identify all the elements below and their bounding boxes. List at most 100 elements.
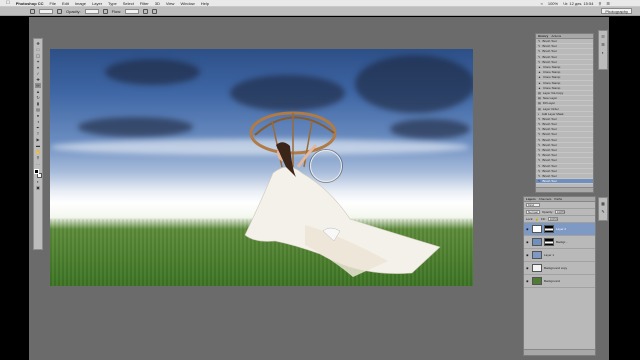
clone-stamp-tool-icon[interactable]: ▲	[35, 89, 41, 94]
menu-edit[interactable]: Edit	[62, 1, 69, 6]
history-panel-icon[interactable]: ☷	[601, 34, 605, 39]
layer-row[interactable]: ◉ Background copy	[524, 262, 595, 275]
history-state-label: Brush Tool	[542, 168, 557, 173]
app-menu[interactable]: Photoshop CC	[16, 1, 44, 6]
layer-row[interactable]: ◉ Background	[524, 275, 595, 288]
wifi-icon[interactable]: ≈	[541, 1, 543, 6]
path-select-tool-icon[interactable]: ▶	[35, 137, 41, 142]
opacity-field[interactable]	[84, 8, 99, 14]
layer-row[interactable]: ◉ Layer 2	[524, 223, 595, 236]
layer-thumbnail[interactable]	[532, 264, 542, 272]
layer-name[interactable]: Layer 1	[544, 253, 554, 257]
history-footer	[536, 187, 593, 192]
menu-layer[interactable]: Layer	[92, 1, 102, 6]
pressure-size-icon[interactable]	[152, 8, 158, 14]
stamp-icon: ▲	[538, 65, 541, 70]
lock-icon[interactable]: 🔒	[535, 217, 539, 221]
airbrush-icon[interactable]	[143, 8, 149, 14]
more-tools-icon[interactable]: …	[35, 161, 41, 166]
visibility-eye-icon[interactable]: ◉	[526, 266, 530, 270]
zoom-tool-icon[interactable]: ⚲	[35, 155, 41, 160]
brush-icon: ✎	[538, 127, 541, 132]
flow-field[interactable]	[125, 8, 140, 14]
workspace-switcher[interactable]: Photography	[601, 8, 632, 14]
menu-filter[interactable]: Filter	[140, 1, 149, 6]
layer-name[interactable]: Background copy	[544, 266, 567, 270]
crop-tool-icon[interactable]: ⌖	[35, 65, 41, 70]
swatches-panel-icon[interactable]: ▦	[601, 201, 605, 206]
quick-mask-icon[interactable]: ◐	[35, 179, 41, 184]
tab-channels[interactable]: Channels	[539, 197, 552, 201]
blur-tool-icon[interactable]: ●	[35, 113, 41, 118]
history-state-label: Brush Tool	[542, 122, 557, 127]
color-swatches[interactable]	[34, 169, 42, 178]
layer-opacity-field[interactable]: 100%	[555, 210, 566, 214]
dodge-tool-icon[interactable]: ◑	[35, 119, 41, 124]
tab-layers[interactable]: Layers	[526, 197, 536, 201]
layer-mask-thumbnail[interactable]	[544, 238, 554, 246]
layer-icon: ▤	[538, 90, 541, 95]
spotlight-icon[interactable]: ⚲	[598, 1, 601, 6]
brush-preset-icon[interactable]	[30, 8, 35, 14]
foreground-color-swatch[interactable]	[34, 169, 39, 174]
eyedropper-tool-icon[interactable]: ✓	[35, 71, 41, 76]
layer-name[interactable]: Layer 2	[556, 227, 566, 231]
visibility-eye-icon[interactable]: ◉	[526, 253, 530, 257]
screen-mode-icon[interactable]: ▣	[35, 185, 41, 190]
apple-icon[interactable]: 	[6, 0, 10, 6]
menu-select[interactable]: Select	[123, 1, 134, 6]
properties-panel-icon[interactable]: ☰	[601, 42, 605, 47]
layer-mask-thumbnail[interactable]	[544, 225, 554, 233]
menu-3d[interactable]: 3D	[155, 1, 160, 6]
shape-tool-icon[interactable]: ▬	[35, 143, 41, 148]
menu-view[interactable]: View	[166, 1, 175, 6]
bride-figure	[244, 111, 441, 277]
layer-thumbnail[interactable]	[532, 277, 542, 285]
history-state-label: Brush Tool	[542, 148, 557, 153]
brush-panel-icon[interactable]	[57, 8, 62, 14]
quick-select-tool-icon[interactable]: ✦	[35, 59, 41, 64]
visibility-eye-icon[interactable]: ◉	[526, 240, 530, 244]
brush-size-picker[interactable]	[39, 8, 53, 14]
visibility-eye-icon[interactable]: ◉	[526, 279, 530, 283]
tab-actions[interactable]: Actions	[551, 34, 561, 38]
hand-tool-icon[interactable]: ✋	[35, 149, 41, 154]
layer-thumbnail[interactable]	[532, 238, 542, 246]
brush-icon: ✎	[538, 59, 541, 64]
layer-name[interactable]: Backgr...	[556, 240, 568, 244]
layer-kind-filter[interactable]: Kind	[526, 203, 540, 207]
fill-field[interactable]: 100%	[547, 217, 558, 221]
brushes-panel-icon[interactable]: ✎	[601, 209, 604, 214]
adjustments-panel-icon[interactable]: ◐	[602, 50, 604, 55]
history-state[interactable]: ✎ Brush Tool	[536, 179, 593, 185]
tab-history[interactable]: History	[538, 34, 548, 38]
marquee-tool-icon[interactable]: □	[35, 47, 41, 52]
document-canvas[interactable]	[50, 49, 473, 286]
brush-tool-icon[interactable]: ✏	[35, 83, 41, 88]
menu-image[interactable]: Image	[75, 1, 86, 6]
notifications-icon[interactable]: ☰	[606, 1, 610, 6]
menu-file[interactable]: File	[50, 1, 56, 6]
history-brush-tool-icon[interactable]: ↻	[35, 95, 41, 100]
layer-thumbnail[interactable]	[532, 251, 542, 259]
visibility-eye-icon[interactable]: ◉	[526, 227, 530, 231]
layer-row[interactable]: ◉ Layer 1	[524, 249, 595, 262]
pressure-opacity-icon[interactable]	[102, 8, 108, 14]
layer-row[interactable]: ◉ Backgr...	[524, 236, 595, 249]
move-tool-icon[interactable]: ✥	[35, 41, 41, 46]
lasso-tool-icon[interactable]: ◯	[35, 53, 41, 58]
brush-icon: ✎	[538, 122, 541, 127]
type-tool-icon[interactable]: T	[35, 131, 41, 136]
pen-tool-icon[interactable]: ✒	[35, 125, 41, 130]
menu-type[interactable]: Type	[108, 1, 117, 6]
layer-name[interactable]: Background	[544, 279, 560, 283]
tab-paths[interactable]: Paths	[554, 197, 562, 201]
gradient-tool-icon[interactable]: ▤	[35, 107, 41, 112]
menu-help[interactable]: Help	[201, 1, 209, 6]
clock[interactable]: Чт. 12 дек. 15:54	[563, 1, 593, 6]
healing-tool-icon[interactable]: ✚	[35, 77, 41, 82]
blend-mode-select[interactable]: Normal	[526, 210, 540, 214]
layer-thumbnail[interactable]	[532, 225, 542, 233]
menu-window[interactable]: Window	[180, 1, 194, 6]
eraser-tool-icon[interactable]: ▮	[35, 101, 41, 106]
